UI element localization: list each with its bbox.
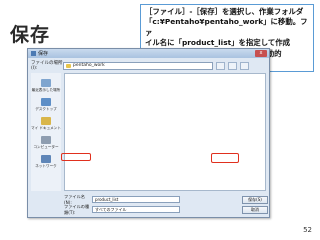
save-button[interactable]: 保存(S) <box>242 195 268 204</box>
dialog-footer: ファイル名(N): product_list 保存(S) ファイルの種類(T):… <box>64 194 268 215</box>
place-label: コンピューター <box>33 145 59 149</box>
place-label: デスクトップ <box>35 107 57 111</box>
documents-icon <box>41 117 51 125</box>
location-select[interactable]: pentaho_work <box>63 61 213 70</box>
filename-row: ファイル名(N): product_list 保存(S) <box>64 194 268 205</box>
filename-input[interactable]: product_list <box>92 196 180 203</box>
filetype-row: ファイルの種類(T): すべてのファイル 取消 <box>64 203 268 215</box>
location-bar: ファイルの場所(I): pentaho_work <box>28 60 269 71</box>
place-recent[interactable]: 最近表示した場所 <box>31 79 61 92</box>
dialog-title: 保存 <box>38 51 49 57</box>
place-network[interactable]: ネットワーク <box>31 155 61 168</box>
filename-highlight <box>61 153 91 161</box>
computer-icon <box>41 136 51 144</box>
slide-title: 保存 <box>10 24 51 46</box>
place-label: ネットワーク <box>35 164 57 168</box>
recent-places-icon <box>41 79 51 87</box>
location-value: pentaho_work <box>73 63 105 68</box>
place-label: 最近表示した場所 <box>31 88 61 92</box>
save-highlight <box>211 153 239 163</box>
folder-icon <box>66 63 71 68</box>
place-label: マイ ドキュメント <box>31 126 61 130</box>
save-dialog: 保存 x ファイルの場所(I): pentaho_work 最近表示した場所 デ… <box>27 48 270 218</box>
place-computer[interactable]: コンピューター <box>31 136 61 149</box>
location-label: ファイルの場所(I): <box>31 61 63 71</box>
view-menu-button[interactable] <box>240 61 249 70</box>
app-icon <box>31 51 36 56</box>
page-number: 52 <box>303 226 312 234</box>
up-folder-button[interactable] <box>216 61 225 70</box>
filetype-select[interactable]: すべてのファイル <box>92 206 180 213</box>
file-list[interactable] <box>64 73 266 191</box>
filetype-label: ファイルの種類(T): <box>64 203 90 215</box>
place-desktop[interactable]: デスクトップ <box>31 98 61 111</box>
place-documents[interactable]: マイ ドキュメント <box>31 117 61 130</box>
network-icon <box>41 155 51 163</box>
close-button[interactable]: x <box>255 50 267 57</box>
places-bar: 最近表示した場所 デスクトップ マイ ドキュメント コンピューター ネットワーク <box>31 73 61 191</box>
cancel-button[interactable]: 取消 <box>242 205 268 214</box>
new-folder-button[interactable] <box>228 61 237 70</box>
desktop-icon <box>41 98 51 106</box>
dialog-titlebar: 保存 x <box>28 49 269 58</box>
